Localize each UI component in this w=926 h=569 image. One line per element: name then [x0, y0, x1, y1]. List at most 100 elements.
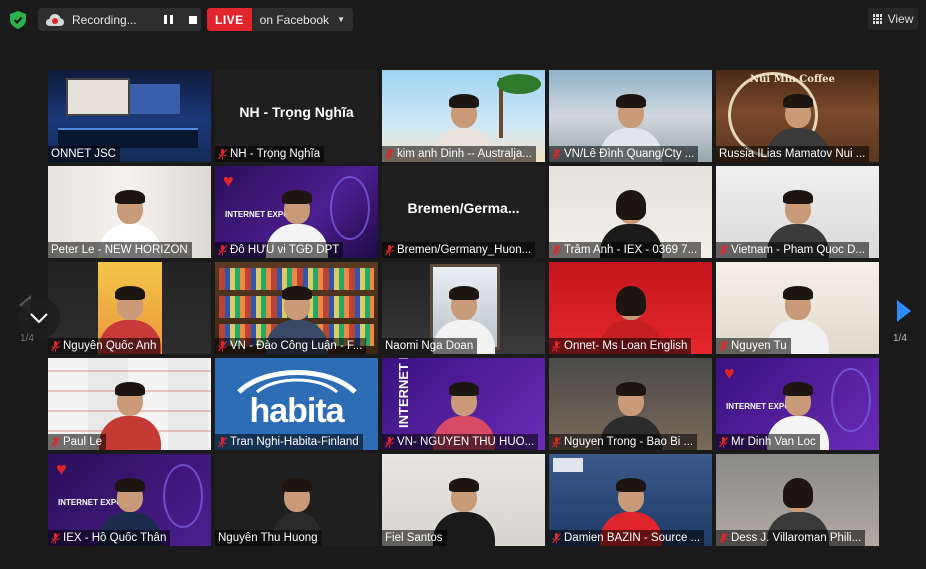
participant-tile[interactable]: INTERNET EXPO ♥ Đỗ HỮU vi TGĐ DPT [215, 166, 378, 258]
participant-name: IEX - Hồ Quốc Thân [63, 532, 167, 544]
participant-tile[interactable]: Trâm Anh - IEX - 0369 7... [549, 166, 712, 258]
participant-nameplate: Russia ILias Mamatov Nui ... [716, 146, 870, 162]
participant-name: Mr Dinh Van Loc [731, 436, 816, 448]
participant-tile[interactable]: Naomi Nga Doan [382, 262, 545, 354]
coffee-logo-text: Núi Min Coffee [750, 74, 835, 85]
participant-nameplate: Dess J. Villaroman Phili... [716, 530, 866, 546]
participant-tile[interactable]: habita Tran Nghi-Habita-Finland [215, 358, 378, 450]
page-indicator-right: 1/4 [893, 333, 907, 344]
studio-screen [66, 78, 130, 116]
next-page-button[interactable] [895, 298, 913, 324]
participant-tile[interactable]: ONNET JSC [48, 70, 211, 162]
muted-mic-icon [218, 340, 227, 351]
live-badge: LIVE [207, 8, 252, 31]
participant-tile[interactable]: INTERNET EXPO ♥ Mr Dinh Van Loc [716, 358, 879, 450]
participant-tile[interactable]: Nguyen Trong - Bao Bi ... [549, 358, 712, 450]
muted-mic-icon [719, 532, 728, 543]
participant-nameplate: ONNET JSC [48, 146, 120, 162]
expo-graphic [330, 176, 370, 240]
participant-name: Nguyễn Quốc Anh [63, 340, 157, 352]
muted-mic-icon [552, 244, 561, 255]
participant-tile[interactable]: Paul Le [48, 358, 211, 450]
security-shield-icon[interactable] [10, 11, 26, 29]
participant-name: ONNET JSC [51, 148, 116, 160]
participant-tile[interactable]: Onnet- Ms Loan English [549, 262, 712, 354]
participant-name: VN/Lê Đình Quang/Cty ... [564, 148, 695, 160]
participant-tile[interactable]: Peter Le - NEW HORIZON [48, 166, 211, 258]
participant-tile[interactable]: Nguyễn Quốc Anh [48, 262, 211, 354]
grid-view-icon [872, 14, 883, 24]
muted-mic-icon [385, 436, 394, 447]
participant-tile[interactable]: Fiel Santos [382, 454, 545, 546]
video-gallery: ONNET JSC NH - Trọng Nghĩa NH - Trọng Nghĩ… [48, 70, 879, 546]
participant-name: Trâm Anh - IEX - 0369 7... [564, 244, 698, 256]
expo-banner-text: INTERNET EXPO [396, 358, 411, 428]
participant-nameplate: Onnet- Ms Loan English [549, 338, 692, 354]
participant-name: Fiel Santos [385, 532, 443, 544]
participant-tile[interactable]: NH - Trọng Nghĩa NH - Trọng Nghĩa [215, 70, 378, 162]
muted-mic-icon [552, 436, 561, 447]
stop-recording-button[interactable] [186, 13, 200, 27]
palm-leaves [497, 74, 541, 94]
view-label: View [887, 12, 914, 26]
participant-nameplate: Peter Le - NEW HORIZON [48, 242, 192, 258]
view-button[interactable]: View [868, 8, 918, 30]
participant-name: Bremen/Germany_Huon... [397, 244, 532, 256]
participant-tile[interactable]: Nguyễn Thu Huong [215, 454, 378, 546]
participant-nameplate: Nguyen Tu [716, 338, 791, 354]
muted-mic-icon [719, 436, 728, 447]
participant-tile[interactable]: VN/Lê Đình Quang/Cty ... [549, 70, 712, 162]
muted-mic-icon [51, 436, 60, 447]
participant-name: Naomi Nga Doan [385, 340, 474, 352]
participant-nameplate: Đỗ HỮU vi TGĐ DPT [215, 242, 344, 258]
pause-recording-button[interactable] [161, 13, 175, 27]
participant-name: Dess J. Villaroman Phili... [731, 532, 862, 544]
participant-nameplate: Nguyễn Thu Huong [215, 530, 322, 546]
participant-name: Damien BAZIN - Source ... [564, 532, 701, 544]
studio-desk [58, 128, 198, 148]
participant-nameplate: Trâm Anh - IEX - 0369 7... [549, 242, 702, 258]
habita-roof-graphic [237, 370, 357, 394]
participant-tile[interactable]: Vietnam - Pham Quoc D... [716, 166, 879, 258]
participant-nameplate: Damien BAZIN - Source ... [549, 530, 705, 546]
muted-mic-icon [719, 244, 728, 255]
participant-tile[interactable]: Dess J. Villaroman Phili... [716, 454, 879, 546]
participant-name: Nguyen Tu [731, 340, 787, 352]
participant-tile[interactable]: Núi Min Coffee Russia ILias Mamatov Nui .… [716, 70, 879, 162]
muted-mic-icon [552, 532, 561, 543]
live-destination-dropdown[interactable]: on Facebook ▼ [251, 8, 353, 31]
participant-name: Peter Le - NEW HORIZON [51, 244, 188, 256]
expo-heart-icon: ♥ [724, 363, 735, 383]
expo-heart-icon: ♥ [56, 459, 67, 479]
participant-tile[interactable]: VN - Đào Công Luận - F... [215, 262, 378, 354]
participant-tile[interactable]: kim anh Dinh -- Australja... [382, 70, 545, 162]
muted-mic-icon [385, 244, 394, 255]
muted-mic-icon [552, 148, 561, 159]
muted-mic-icon [385, 148, 394, 159]
participant-tile[interactable]: Nguyen Tu [716, 262, 879, 354]
participant-nameplate: NH - Trọng Nghĩa [215, 146, 325, 162]
participant-name: Vietnam - Pham Quoc D... [731, 244, 866, 256]
muted-mic-icon [218, 244, 227, 255]
muted-mic-icon [719, 340, 728, 351]
live-stream-control[interactable]: LIVE on Facebook ▼ [207, 8, 353, 31]
participant-tile[interactable]: Bremen/Germa... Bremen/Germany_Huon... [382, 166, 545, 258]
chevron-down-icon: ▼ [337, 15, 345, 24]
participant-tile[interactable]: INTERNET EXPO VN- NGUYEN THU HUO... [382, 358, 545, 450]
participant-name: NH - Trọng Nghĩa [230, 148, 321, 160]
participant-nameplate: Tran Nghi-Habita-Finland [215, 434, 363, 450]
participant-name: Đỗ HỮU vi TGĐ DPT [230, 244, 340, 256]
participant-center-name: NH - Trọng Nghĩa [239, 104, 354, 120]
participant-name: VN- NGUYEN THU HUO... [397, 436, 535, 448]
expo-graphic [163, 464, 203, 528]
participant-name: Onnet- Ms Loan English [564, 340, 688, 352]
participant-nameplate: Naomi Nga Doan [382, 338, 478, 354]
participant-tile[interactable]: Damien BAZIN - Source ... [549, 454, 712, 546]
participant-tile[interactable]: INTERNET EXPO ♥ IEX - Hồ Quốc Thân [48, 454, 211, 546]
expo-graphic [831, 368, 871, 432]
live-destination-label: on Facebook [259, 12, 330, 27]
participant-nameplate: VN/Lê Đình Quang/Cty ... [549, 146, 699, 162]
participant-center-name: Bremen/Germa... [407, 200, 520, 216]
participant-name: Paul Le [63, 436, 103, 448]
studio-screen [130, 84, 180, 114]
